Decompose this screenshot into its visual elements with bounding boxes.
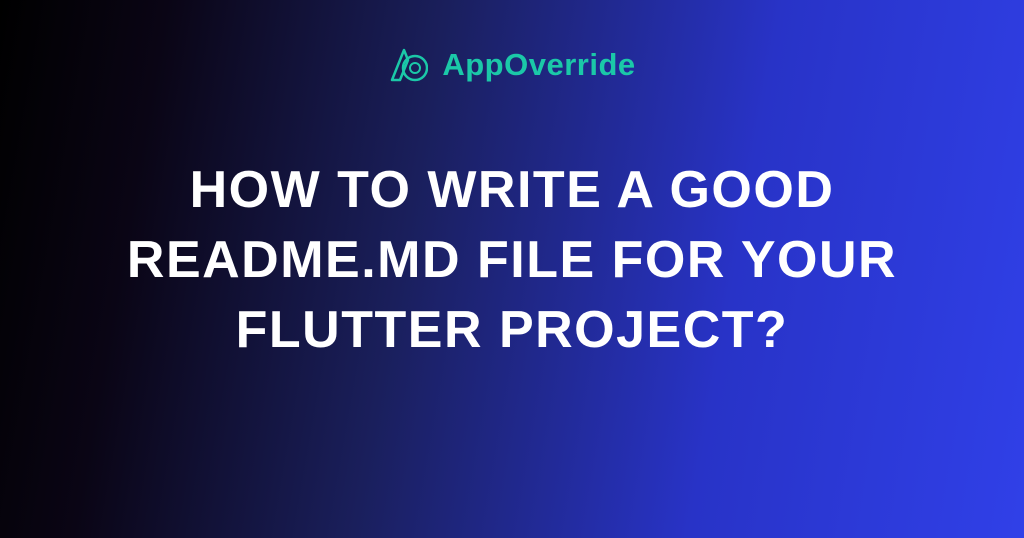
brand-logo: AppOverride bbox=[388, 45, 635, 85]
app-override-logo-icon bbox=[388, 45, 428, 85]
article-title: How to write a good readme.md file for y… bbox=[87, 155, 937, 366]
brand-name: AppOverride bbox=[442, 47, 635, 83]
